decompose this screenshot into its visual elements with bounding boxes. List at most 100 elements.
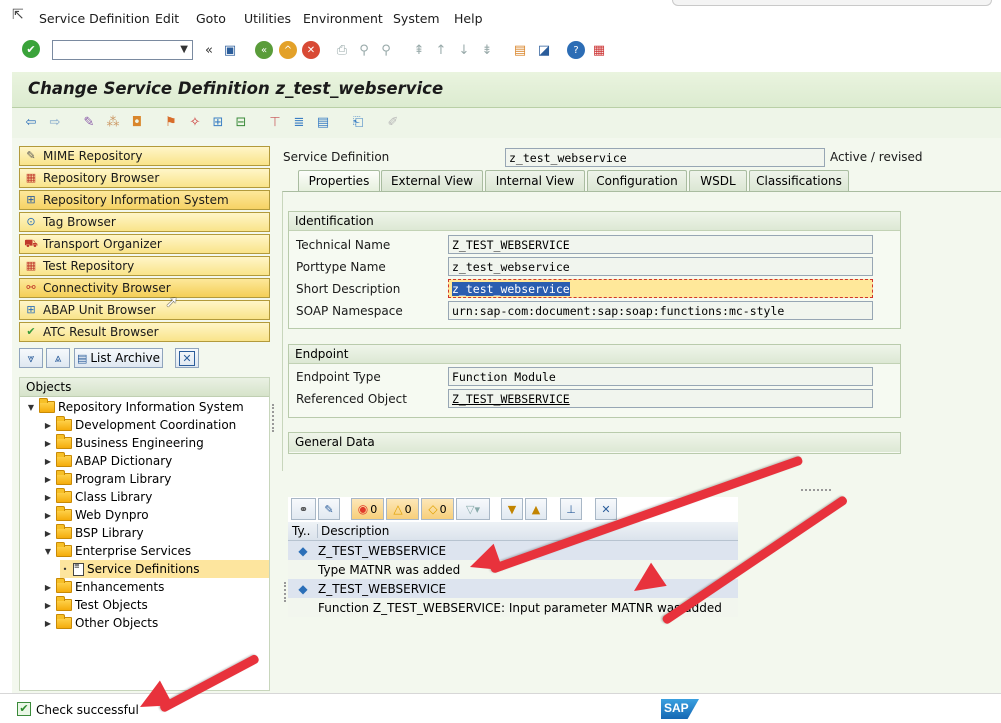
- menu-help[interactable]: Help: [454, 11, 483, 26]
- nav-repository-information-system[interactable]: ⊞ Repository Information System: [19, 190, 270, 210]
- horizontal-splitter[interactable]: [801, 489, 831, 492]
- collapsed-arrow-icon[interactable]: ▶: [43, 511, 53, 520]
- expanded-arrow-icon[interactable]: ▼: [43, 547, 53, 556]
- filter-button[interactable]: ▽▾: [456, 498, 490, 520]
- nav-mime-repository[interactable]: ✎ MIME Repository: [19, 146, 270, 166]
- tree-item-other-objects[interactable]: ▶ Other Objects: [43, 614, 158, 632]
- chevron-down-icon[interactable]: ▼: [180, 44, 188, 55]
- collapsed-arrow-icon[interactable]: ▶: [43, 421, 53, 430]
- shortcut-icon[interactable]: ◪: [535, 41, 553, 59]
- check-icon[interactable]: ◘: [128, 113, 146, 131]
- menu-service-definition[interactable]: Service Definition: [39, 11, 150, 26]
- edit-message-button[interactable]: ✎: [318, 498, 340, 520]
- referenced-object-field[interactable]: Z_TEST_WEBSERVICE: [448, 389, 873, 408]
- tab-internal-view[interactable]: Internal View: [485, 170, 585, 191]
- menu-exit-icon[interactable]: ⇱: [12, 7, 24, 23]
- previous-page-icon[interactable]: ↑: [432, 41, 450, 59]
- collapse-up-button[interactable]: ⩓: [46, 348, 70, 368]
- customize-layout-icon[interactable]: ▦: [590, 41, 608, 59]
- menu-system[interactable]: System: [393, 11, 440, 26]
- help-icon[interactable]: ?: [567, 41, 585, 59]
- tab-external-view[interactable]: External View: [381, 170, 483, 191]
- nav-abap-unit-browser[interactable]: ⊞ ABAP Unit Browser: [19, 300, 270, 320]
- list-archive-button[interactable]: ▤ List Archive: [74, 348, 163, 368]
- tree-item-enterprise-services[interactable]: ▼ Enterprise Services: [43, 542, 191, 560]
- tree-item-repository-information-system[interactable]: ▼ Repository Information System: [26, 398, 244, 416]
- collapse-left-icon[interactable]: «: [200, 41, 218, 59]
- tree-item-business-engineering[interactable]: ▶ Business Engineering: [43, 434, 204, 452]
- endpoint-type-field[interactable]: Function Module: [448, 367, 873, 386]
- collapsed-arrow-icon[interactable]: ▶: [43, 493, 53, 502]
- close-messages-button[interactable]: ✕: [595, 498, 617, 520]
- tree-item-enhancements[interactable]: ▶ Enhancements: [43, 578, 164, 596]
- find-icon[interactable]: ⚲: [355, 41, 373, 59]
- expanded-arrow-icon[interactable]: ▼: [26, 403, 36, 412]
- collapsed-arrow-icon[interactable]: ▶: [43, 601, 53, 610]
- tree-item-program-library[interactable]: ▶ Program Library: [43, 470, 171, 488]
- info-filter-button[interactable]: ◇ 0: [421, 498, 454, 520]
- new-session-icon[interactable]: ▤: [511, 41, 529, 59]
- menu-goto[interactable]: Goto: [196, 11, 226, 26]
- activate-icon[interactable]: ⚑: [162, 113, 180, 131]
- tab-classifications[interactable]: Classifications: [749, 170, 849, 191]
- menu-environment[interactable]: Environment: [303, 11, 383, 26]
- tab-wsdl[interactable]: WSDL: [689, 170, 747, 191]
- first-page-icon[interactable]: ⇞: [410, 41, 428, 59]
- align-icon[interactable]: ≣: [290, 113, 308, 131]
- command-field[interactable]: ▼: [52, 40, 193, 60]
- where-used-icon[interactable]: ⊞: [209, 113, 227, 131]
- move-up-button[interactable]: ▲: [525, 498, 547, 520]
- collapsed-arrow-icon[interactable]: ▶: [43, 457, 53, 466]
- warning-filter-button[interactable]: △ 0: [386, 498, 419, 520]
- table-icon[interactable]: ▤: [314, 113, 332, 131]
- nav-connectivity-browser[interactable]: ⚯ Connectivity Browser: [19, 278, 270, 298]
- tree-item-class-library[interactable]: ▶ Class Library: [43, 488, 152, 506]
- pin-button[interactable]: ⊥: [560, 498, 582, 520]
- menu-utilities[interactable]: Utilities: [244, 11, 291, 26]
- tree-item-service-definitions[interactable]: • ≡ Service Definitions: [60, 560, 269, 578]
- collapsed-arrow-icon[interactable]: ▶: [43, 583, 53, 592]
- move-down-button[interactable]: ▼: [501, 498, 523, 520]
- test-icon[interactable]: ✧: [186, 113, 204, 131]
- nav-tag-browser[interactable]: ⊙ Tag Browser: [19, 212, 270, 232]
- display-change-icon[interactable]: ✎: [80, 113, 98, 131]
- service-definition-field[interactable]: z_test_webservice: [505, 148, 825, 167]
- exit-icon[interactable]: ^: [279, 41, 297, 59]
- collapsed-arrow-icon[interactable]: ▶: [43, 475, 53, 484]
- tree-item-web-dynpro[interactable]: ▶ Web Dynpro: [43, 506, 149, 524]
- message-row[interactable]: ◆ Z_TEST_WEBSERVICE: [288, 579, 738, 598]
- nav-transport-organizer[interactable]: ⛟ Transport Organizer: [19, 234, 270, 254]
- tree-item-test-objects[interactable]: ▶ Test Objects: [43, 596, 148, 614]
- nav-repository-browser[interactable]: ▦ Repository Browser: [19, 168, 270, 188]
- tab-properties[interactable]: Properties: [298, 170, 380, 191]
- menu-edit[interactable]: Edit: [155, 11, 179, 26]
- last-page-icon[interactable]: ⇟: [478, 41, 496, 59]
- nav-atc-result-browser[interactable]: ✔ ATC Result Browser: [19, 322, 270, 342]
- forward-arrow-icon[interactable]: ⇨: [46, 113, 64, 131]
- vertical-splitter[interactable]: [272, 404, 275, 432]
- tree-item-abap-dictionary[interactable]: ▶ ABAP Dictionary: [43, 452, 172, 470]
- cancel-icon[interactable]: ✕: [302, 41, 320, 59]
- technical-name-field[interactable]: Z_TEST_WEBSERVICE: [448, 235, 873, 254]
- back-icon[interactable]: «: [255, 41, 273, 59]
- documentation-icon[interactable]: ⎗: [349, 113, 367, 131]
- hierarchy-icon[interactable]: ⊤: [266, 113, 284, 131]
- collapsed-arrow-icon[interactable]: ▶: [43, 619, 53, 628]
- close-browser-button[interactable]: ✕: [175, 348, 199, 368]
- collapsed-arrow-icon[interactable]: ▶: [43, 529, 53, 538]
- edit-disabled-icon[interactable]: ✐: [384, 113, 402, 131]
- other-object-icon[interactable]: ⁂: [104, 113, 122, 131]
- soap-namespace-field[interactable]: urn:sap-com:document:sap:soap:functions:…: [448, 301, 873, 320]
- print-icon[interactable]: ⎙: [333, 41, 351, 59]
- collapsed-arrow-icon[interactable]: ▶: [43, 439, 53, 448]
- column-type[interactable]: Ty..: [288, 524, 318, 538]
- column-description[interactable]: Description: [318, 524, 389, 538]
- porttype-name-field[interactable]: z_test_webservice: [448, 257, 873, 276]
- tab-configuration[interactable]: Configuration: [587, 170, 687, 191]
- short-description-field[interactable]: z_test_webservice: [448, 279, 873, 298]
- message-splitter[interactable]: [284, 582, 287, 602]
- details-button[interactable]: ⚭: [291, 498, 316, 520]
- error-filter-button[interactable]: ◉ 0: [351, 498, 384, 520]
- object-list-icon[interactable]: ⊟: [232, 113, 250, 131]
- save-icon[interactable]: ▣: [221, 41, 239, 59]
